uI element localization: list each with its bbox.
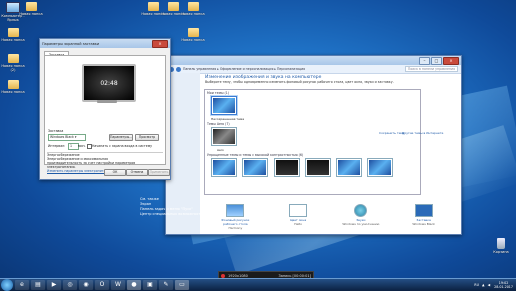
taskbar: e ▤ ▶ ◎ ◉ O W ● ▣ ✎ ▭ RU ▲ ◀ 19:02 28.01… [0,278,516,291]
personalization-titlebar: – □ × [166,56,461,65]
desktop-icon-folder[interactable]: Новая папка [0,28,26,42]
folder-icon [147,2,159,11]
screen-saver-item[interactable]: Заставка Windows Black [404,204,444,230]
cancel-button[interactable]: Отмена [126,169,148,176]
search-input[interactable]: Поиск в панели управления [404,66,458,72]
online-themes-link[interactable]: Другие темы в Интернете [402,131,443,135]
start-button[interactable] [1,279,13,291]
taskbar-ie-icon[interactable]: e [15,280,29,290]
window-color-item[interactable]: Цвет окна Небо [278,204,318,230]
see-also-accessibility-link[interactable]: Центр специальных возможностей [140,212,205,217]
taskbar-media-icon[interactable]: ▶ [47,280,61,290]
taskbar-chrome-icon[interactable]: ◎ [63,280,77,290]
monitor-preview: 02:48 [82,64,136,102]
taskbar-opera-icon[interactable]: O [95,280,109,290]
saver-label: Заставка [48,129,64,133]
taskbar-record-icon[interactable]: ● [127,280,141,290]
taskbar-explorer-icon[interactable]: ▤ [31,280,45,290]
folder-icon [187,28,199,37]
clock[interactable]: 19:02 28.01.2017 [494,281,513,289]
volume-icon[interactable]: ◀ [488,283,491,287]
desktop-icon-folder[interactable]: Новая папка [18,2,44,16]
breadcrumb[interactable]: Панель управления ▸ Оформление и персона… [183,67,405,71]
power-group: Энергосбережение Энергосбережение и макс… [47,152,163,181]
maximize-button[interactable]: □ [431,56,442,65]
taskbar-window-icon[interactable]: ▭ [175,280,189,290]
folder-icon [167,2,179,11]
save-theme-link[interactable]: Сохранить тему [379,131,404,135]
minimize-button[interactable]: – [419,56,430,65]
personalization-settings-row: Фоновый рисунок рабочего стола Harmony Цв… [204,204,455,230]
sounds-item[interactable]: Звуки Windows по умолчанию [341,204,381,230]
screen-saver-dialog: Параметры экранной заставки × Заставка 0… [39,38,171,180]
saver-select[interactable]: Windows Black ▾ [48,134,86,141]
theme-aero-label: Aero [217,148,224,152]
theme-aero[interactable] [211,127,237,146]
saver-titlebar: Параметры экранной заставки × [40,39,170,48]
page-subtitle: Выберите тему, чтобы одновременно измени… [205,80,394,84]
interval-unit: мин. [78,144,86,148]
wallpaper-icon [226,204,245,217]
desktop-icon-folder[interactable]: Новая папка (2) [0,54,26,72]
theme-basic[interactable] [211,158,237,177]
recycle-bin-icon [497,238,505,249]
close-button[interactable]: × [443,56,459,65]
record-icon[interactable] [221,273,225,278]
recorder-resolution: 1920x1080 [228,273,248,278]
desktop-icon-folder[interactable]: Новая папка [0,80,26,94]
folder-icon [7,54,19,63]
forward-arrow-icon[interactable] [176,66,181,72]
recorder-status: Запись [00:00:01] [278,273,311,278]
system-tray: RU ▲ ◀ 19:02 28.01.2017 [474,281,516,289]
screen-saver-icon [414,204,433,217]
theme-high-contrast[interactable] [304,158,331,177]
params-button[interactable]: Параметры... [109,134,133,141]
language-indicator[interactable]: RU [474,283,479,287]
power-text: Энергосбережение и максимальная производ… [47,157,136,169]
saver-dialog-title: Параметры экранной заставки [42,41,100,46]
network-icon[interactable]: ▲ [482,283,485,287]
personalization-window: – □ × Панель управления ▸ Оформление и п… [165,55,462,235]
taskbar-paint-icon[interactable]: ✎ [159,280,173,290]
preview-button[interactable]: Просмотр [135,134,159,141]
theme-list[interactable]: Мои темы (1) Несохраненная тема Темы Aer… [204,89,421,195]
taskbar-firefox-icon[interactable]: ◉ [79,280,93,290]
see-also-panel: См. также Экран Панель задач и меню "Пус… [140,197,205,217]
folder-icon [187,2,199,11]
theme-high-contrast[interactable] [273,158,300,177]
window-color-icon [289,204,308,217]
saver-tab-panel: 02:48 Заставка Windows Black ▾ Параметры… [44,55,166,173]
monitor-stand [97,100,117,103]
theme-unsaved-label: Несохраненная тема [211,117,245,121]
theme-contrast-white[interactable] [336,158,363,177]
apply-button[interactable]: Применить [148,169,170,176]
ok-button[interactable]: ОК [104,169,126,176]
logon-checkbox-label: Начинать с экрана входа в систему [92,144,153,148]
desktop-icon-folder[interactable]: Новая папка [180,2,206,16]
desktop-background-item[interactable]: Фоновый рисунок рабочего стола Harmony [215,204,255,230]
folder-icon [7,80,19,89]
close-button[interactable]: × [152,39,168,48]
desktop-icon-recycle-bin[interactable]: Корзина [488,238,514,254]
folder-icon [7,28,19,37]
preview-clock: 02:48 [84,66,134,100]
theme-unsaved[interactable] [211,96,237,115]
sounds-icon [354,204,368,217]
interval-label: Интервал: [48,144,66,148]
taskbar-word-icon[interactable]: W [111,280,125,290]
theme-classic[interactable] [242,158,269,177]
desktop-icon-folder[interactable]: Новая папка [180,28,206,42]
theme-contrast-white[interactable] [367,158,394,177]
folder-icon [25,2,37,11]
taskbar-image-icon[interactable]: ▣ [143,280,157,290]
